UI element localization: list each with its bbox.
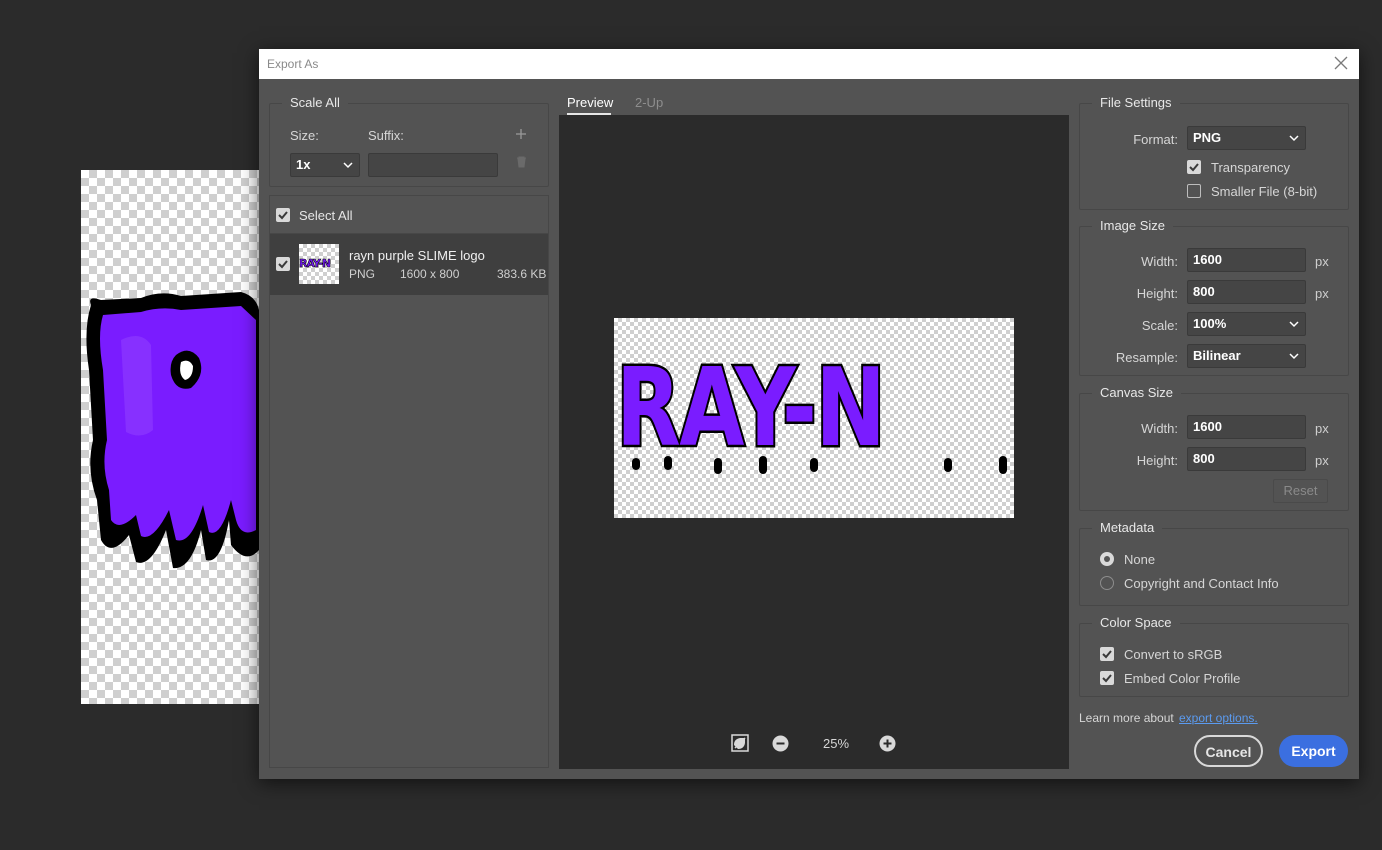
- transparency-checkbox[interactable]: [1187, 160, 1201, 174]
- canvas-size-group: Canvas Size Width: 1600 px Height: 800 p…: [1079, 385, 1349, 511]
- canvas-size-title: Canvas Size: [1092, 385, 1181, 400]
- export-as-dialog: Export As Scale All Size: Suffix: 1x Sel…: [259, 49, 1359, 779]
- canvas-height-unit: px: [1315, 453, 1329, 468]
- image-height-unit: px: [1315, 286, 1329, 301]
- scale-select[interactable]: 100%: [1187, 312, 1306, 336]
- zoom-out-icon[interactable]: [772, 735, 789, 752]
- metadata-copyright-label: Copyright and Contact Info: [1124, 576, 1279, 591]
- image-height-input[interactable]: 800: [1187, 280, 1306, 304]
- metadata-none-radio[interactable]: [1100, 552, 1114, 566]
- asset-name: rayn purple SLIME logo: [349, 248, 485, 263]
- cancel-button[interactable]: Cancel: [1194, 735, 1263, 767]
- zoom-level: 25%: [823, 736, 850, 751]
- transparency-label: Transparency: [1211, 160, 1290, 175]
- color-space-title: Color Space: [1092, 615, 1180, 630]
- learn-more-text: Learn more about: [1079, 711, 1174, 725]
- format-select[interactable]: PNG: [1187, 126, 1306, 150]
- chevron-down-icon: [1289, 135, 1299, 142]
- suffix-label: Suffix:: [368, 128, 404, 143]
- metadata-group: Metadata None Copyright and Contact Info: [1079, 520, 1349, 606]
- dialog-titlebar: Export As: [259, 49, 1359, 79]
- metadata-copyright-radio[interactable]: [1100, 576, 1114, 590]
- canvas-width-input[interactable]: 1600: [1187, 415, 1306, 439]
- select-all-row[interactable]: Select All: [270, 196, 548, 234]
- canvas-width-label: Width:: [1141, 421, 1178, 436]
- asset-list: Select All RAY-N rayn purple SLIME logo …: [269, 195, 549, 768]
- check-icon: [278, 260, 288, 269]
- dialog-title: Export As: [267, 57, 319, 71]
- convert-srgb-label: Convert to sRGB: [1124, 647, 1223, 662]
- image-width-unit: px: [1315, 254, 1329, 269]
- asset-format: PNG: [349, 267, 376, 281]
- metadata-none-label: None: [1124, 552, 1156, 567]
- preview-image: RAY-N: [614, 318, 1014, 518]
- trash-icon[interactable]: [516, 156, 527, 168]
- scale-all-group: Scale All Size: Suffix: 1x: [269, 95, 549, 187]
- file-settings-group: File Settings Format: PNG Transparency S…: [1079, 95, 1349, 210]
- check-icon: [1189, 163, 1199, 172]
- resample-label: Resample:: [1115, 350, 1178, 365]
- asset-row[interactable]: RAY-N rayn purple SLIME logo PNG 1600 x …: [270, 234, 548, 295]
- image-width-label: Width:: [1141, 254, 1178, 269]
- image-width-input[interactable]: 1600: [1187, 248, 1306, 272]
- logo-fragment-image: [86, 292, 259, 569]
- select-all-label: Select All: [299, 208, 353, 223]
- embed-profile-checkbox[interactable]: [1100, 671, 1114, 685]
- image-size-title: Image Size: [1092, 218, 1174, 233]
- suffix-input[interactable]: [368, 153, 498, 177]
- tab-preview[interactable]: Preview: [567, 95, 613, 110]
- file-settings-title: File Settings: [1092, 95, 1180, 110]
- tab-2-up[interactable]: 2-Up: [635, 95, 663, 110]
- size-select[interactable]: 1x: [290, 153, 360, 177]
- close-icon[interactable]: [1331, 53, 1351, 73]
- export-options-link[interactable]: export options.: [1179, 711, 1258, 725]
- color-space-group: Color Space Convert to sRGB Embed Color …: [1079, 615, 1349, 697]
- asset-thumbnail: RAY-N: [299, 244, 339, 284]
- add-scale-icon[interactable]: [515, 128, 527, 140]
- image-size-group: Image Size Width: 1600 px Height: 800 px…: [1079, 218, 1349, 376]
- asset-dimensions: 1600 x 800: [400, 267, 460, 281]
- embed-profile-label: Embed Color Profile: [1124, 671, 1241, 686]
- check-icon: [1102, 650, 1112, 659]
- check-icon: [278, 211, 288, 220]
- scale-label: Scale:: [1141, 318, 1178, 333]
- chevron-down-icon: [1289, 321, 1299, 328]
- select-all-checkbox[interactable]: [276, 208, 290, 222]
- preview-area: RAY-N 25%: [559, 115, 1069, 769]
- export-button[interactable]: Export: [1279, 735, 1348, 767]
- smaller-file-checkbox[interactable]: [1187, 184, 1201, 198]
- image-height-label: Height:: [1136, 286, 1178, 301]
- preview-logo-text: RAY-N: [614, 346, 888, 471]
- thumbnail-logo-text: RAY-N: [299, 257, 331, 271]
- zoom-in-icon[interactable]: [879, 735, 896, 752]
- canvas-height-label: Height:: [1136, 453, 1178, 468]
- convert-srgb-checkbox[interactable]: [1100, 647, 1114, 661]
- check-icon: [1102, 674, 1112, 683]
- format-label: Format:: [1133, 132, 1178, 147]
- reset-button[interactable]: Reset: [1273, 479, 1328, 503]
- canvas-height-input[interactable]: 800: [1187, 447, 1306, 471]
- asset-checkbox[interactable]: [276, 257, 290, 271]
- asset-filesize: 383.6 KB: [497, 267, 547, 281]
- chevron-down-icon: [1289, 353, 1299, 360]
- fit-to-view-icon[interactable]: [731, 734, 749, 752]
- left-panel: Scale All Size: Suffix: 1x Select All RA…: [269, 95, 549, 768]
- size-label: Size:: [290, 128, 319, 143]
- chevron-down-icon: [343, 162, 353, 169]
- metadata-title: Metadata: [1092, 520, 1163, 535]
- document-canvas: [81, 170, 259, 704]
- scale-all-title: Scale All: [282, 95, 348, 110]
- canvas-width-unit: px: [1315, 421, 1329, 436]
- resample-select[interactable]: Bilinear: [1187, 344, 1306, 368]
- smaller-file-label: Smaller File (8-bit): [1211, 184, 1318, 199]
